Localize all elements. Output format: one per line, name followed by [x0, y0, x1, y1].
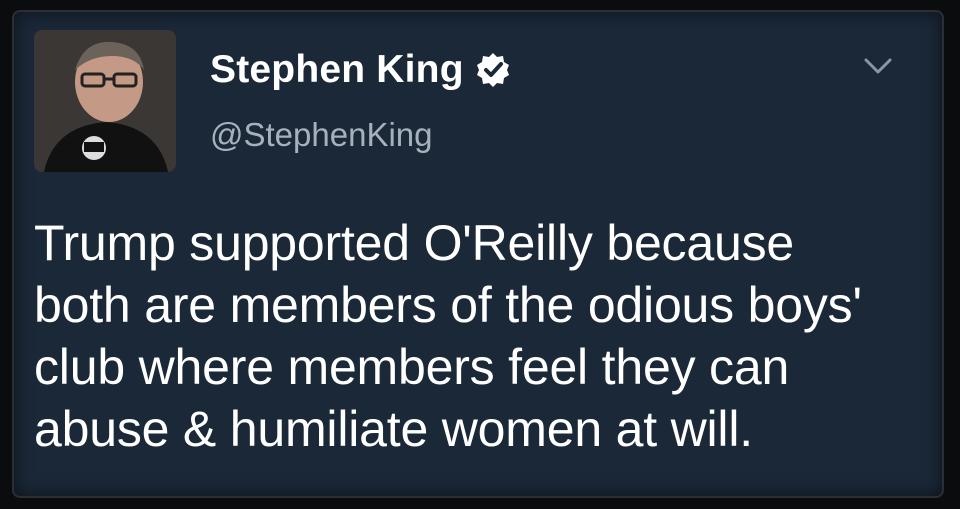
tweet-text-line: abuse & humiliate women at will.: [34, 401, 753, 457]
screenshot-frame: Stephen King @StephenKing Trump supporte…: [0, 0, 960, 509]
tweet-text-line: Trump supported O'Reilly because: [34, 215, 794, 271]
tweet-text: Trump supported O'Reilly because both ar…: [34, 212, 914, 460]
display-name[interactable]: Stephen King: [210, 50, 464, 89]
tweet-card: Stephen King @StephenKing Trump supporte…: [14, 12, 942, 496]
author-name-row: Stephen King: [210, 50, 512, 89]
tweet-text-line: both are members of the odious boys': [34, 277, 862, 333]
avatar-image: [34, 30, 176, 172]
tweet-text-line: club where members feel they can: [34, 339, 790, 395]
avatar[interactable]: [34, 30, 176, 172]
verified-badge-icon: [474, 51, 512, 89]
user-handle[interactable]: @StephenKing: [210, 118, 433, 151]
chevron-down-icon[interactable]: [860, 54, 896, 78]
